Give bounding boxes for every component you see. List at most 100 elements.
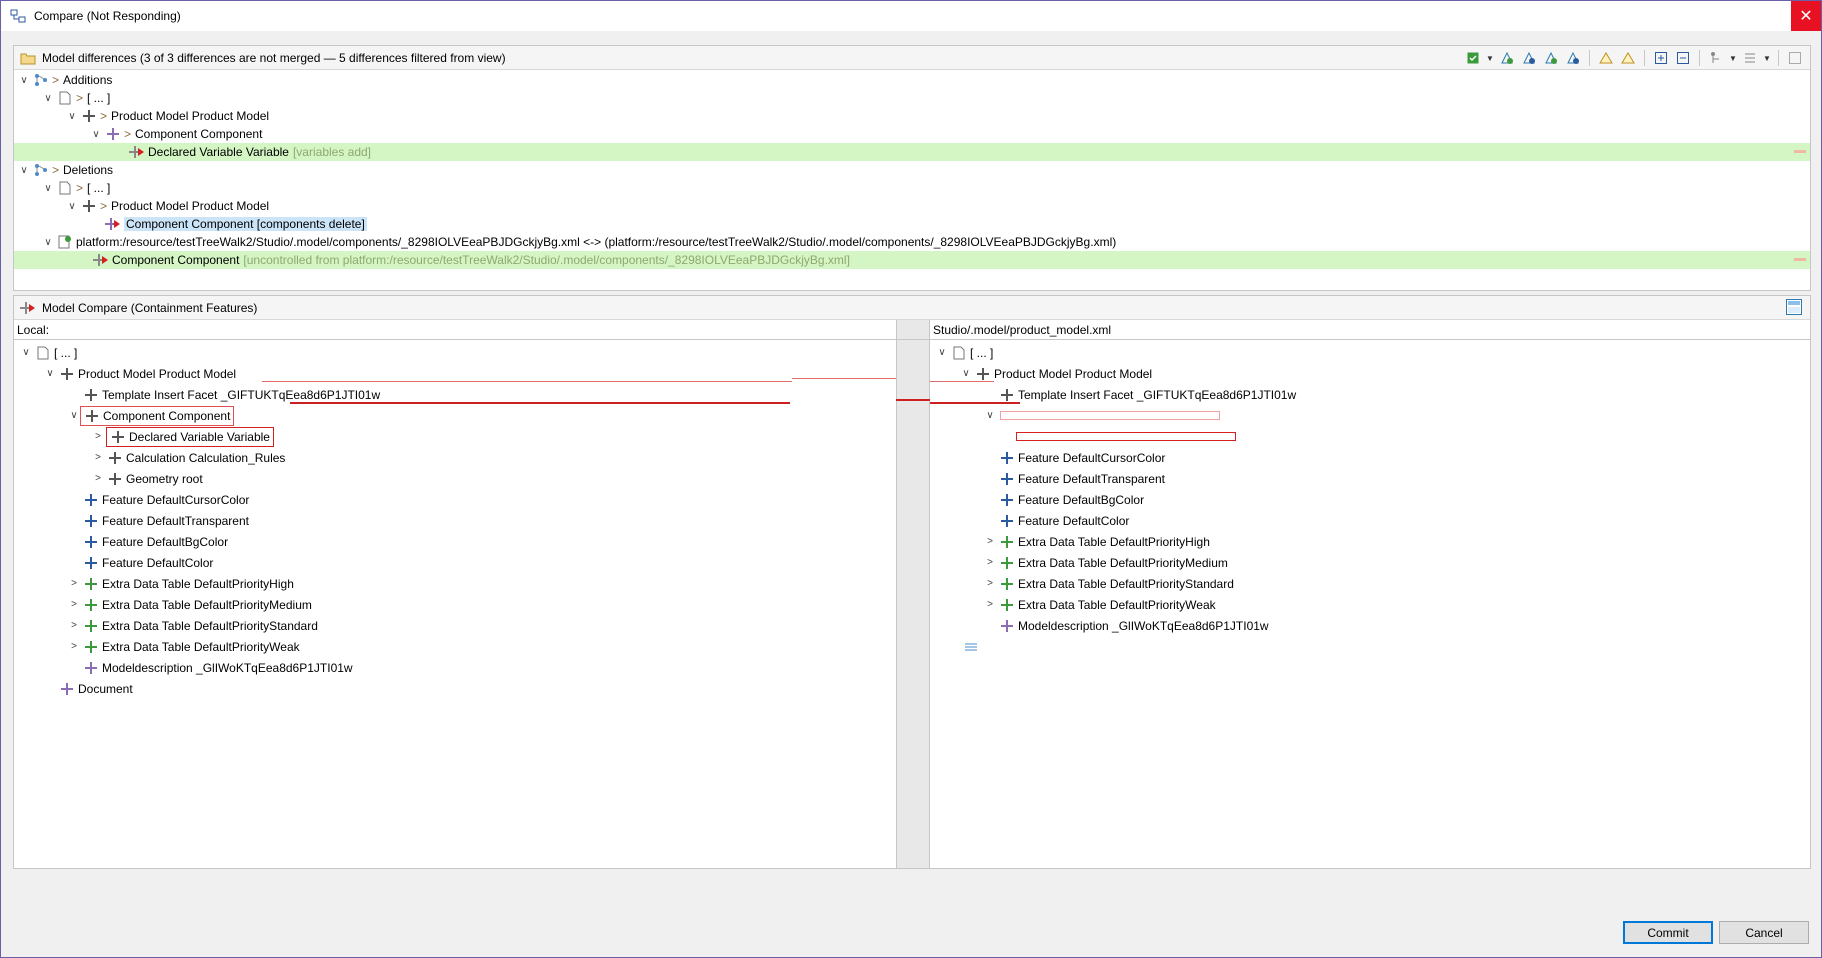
tree-row[interactable]: ∨ > Product Model Product Model <box>14 107 1810 125</box>
feature-icon <box>83 555 99 571</box>
tree-row[interactable]: Feature DefaultCursorColor <box>930 447 1810 468</box>
chevron-down-icon[interactable]: ∨ <box>42 89 54 107</box>
tree-row[interactable]: ∨ > Product Model Product Model <box>14 197 1810 215</box>
chevron-down-icon[interactable]: ∨ <box>984 407 996 425</box>
chevron-down-icon[interactable]: ∨ <box>936 344 948 362</box>
chevron-down-icon[interactable]: ∨ <box>18 161 30 179</box>
feature-icon <box>999 513 1015 529</box>
tree-row[interactable]: > Extra Data Table DefaultPriorityWeak <box>14 636 896 657</box>
tree-row[interactable]: > Geometry root <box>14 468 896 489</box>
tree-row[interactable]: ∨ platform:/resource/testTreeWalk2/Studi… <box>14 233 1810 251</box>
tree-row[interactable]: > Calculation Calculation_Rules <box>14 447 896 468</box>
chevron-down-icon[interactable]: ∨ <box>44 365 56 383</box>
tree-row-label: Extra Data Table DefaultPriorityHigh <box>102 576 294 591</box>
save-icon[interactable] <box>1786 49 1804 67</box>
feature-icon <box>83 534 99 550</box>
previous-difference-icon[interactable] <box>1619 49 1637 67</box>
chevron-down-icon[interactable]: ∨ <box>90 125 102 143</box>
chevron-down-icon[interactable]: ∨ <box>42 233 54 251</box>
tree-row[interactable]: Feature DefaultTransparent <box>14 510 896 531</box>
accept-all-icon[interactable] <box>1542 49 1560 67</box>
filter-checkbox-icon[interactable] <box>1464 49 1482 67</box>
chevron-right-icon[interactable]: > <box>68 596 80 614</box>
tree-row[interactable]: > Extra Data Table DefaultPriorityWeak <box>930 594 1810 615</box>
tree-row[interactable]: Feature DefaultTransparent <box>930 468 1810 489</box>
chevron-right-icon[interactable]: > <box>92 449 104 467</box>
chevron-down-icon[interactable]: ∨ <box>960 365 972 383</box>
tree-row-label: Feature DefaultCursorColor <box>102 492 250 507</box>
tree-row[interactable]: ∨ Product Model Product Model <box>930 363 1810 384</box>
tree-row[interactable]: > Extra Data Table DefaultPriorityHigh <box>930 531 1810 552</box>
chevron-down-icon[interactable]: ∨ <box>66 197 78 215</box>
tree-row[interactable]: Declared Variable Variable [variables ad… <box>14 143 1810 161</box>
tree-row[interactable]: > Extra Data Table DefaultPriorityMedium <box>14 594 896 615</box>
filter-menu-dropdown-icon[interactable]: ▼ <box>1763 54 1771 63</box>
filter-menu-icon[interactable] <box>1741 49 1759 67</box>
chevron-right-icon[interactable]: > <box>68 575 80 593</box>
tree-row[interactable]: > Extra Data Table DefaultPriorityHigh <box>14 573 896 594</box>
reject-change-icon[interactable] <box>1520 49 1538 67</box>
data-table-icon <box>999 576 1015 592</box>
group-by-icon[interactable] <box>1707 49 1725 67</box>
tree-row[interactable]: ∨ > Additions <box>14 71 1810 89</box>
tree-row-prefix: > <box>52 163 60 177</box>
tree-row[interactable]: Feature DefaultCursorColor <box>14 489 896 510</box>
tree-row[interactable]: Feature DefaultBgColor <box>930 489 1810 510</box>
chevron-right-icon[interactable]: > <box>984 575 996 593</box>
chevron-down-icon[interactable]: ∨ <box>42 179 54 197</box>
tree-row-label: Feature DefaultColor <box>102 555 214 570</box>
tree-row[interactable]: Document <box>14 678 896 699</box>
tree-row[interactable]: Feature DefaultBgColor <box>14 531 896 552</box>
tree-row[interactable]: Component Component [components delete] <box>14 215 1810 233</box>
chevron-down-icon[interactable]: ∨ <box>68 407 80 425</box>
tree-row[interactable]: Component Component [uncontrolled from p… <box>14 251 1810 269</box>
tree-row[interactable]: > Declared Variable Variable <box>14 426 896 447</box>
chevron-down-icon[interactable]: ∨ <box>66 107 78 125</box>
chevron-right-icon[interactable]: > <box>984 533 996 551</box>
filter-dropdown-icon[interactable]: ▼ <box>1486 54 1494 63</box>
group-dropdown-icon[interactable]: ▼ <box>1729 54 1737 63</box>
close-button[interactable]: ✕ <box>1791 1 1821 31</box>
accept-change-icon[interactable] <box>1498 49 1516 67</box>
chevron-right-icon[interactable]: > <box>984 596 996 614</box>
tree-row[interactable]: ∨ [ ... ] <box>14 342 896 363</box>
layout-toggle-icon[interactable] <box>1786 299 1804 317</box>
chevron-right-icon[interactable]: > <box>92 428 104 446</box>
tree-row-label: Extra Data Table DefaultPriorityHigh <box>1018 534 1210 549</box>
variable-element-icon <box>110 429 126 445</box>
tree-row[interactable]: ∨ > [ ... ] <box>14 89 1810 107</box>
cancel-button[interactable]: Cancel <box>1719 921 1809 944</box>
tree-row[interactable]: Feature DefaultColor <box>14 552 896 573</box>
expand-all-icon[interactable] <box>1652 49 1670 67</box>
tree-row[interactable]: ∨ > Deletions <box>14 161 1810 179</box>
tree-row[interactable]: Feature DefaultColor <box>930 510 1810 531</box>
diff-gutter <box>896 320 930 868</box>
tree-row[interactable]: ∨ <box>930 405 1810 426</box>
next-difference-icon[interactable] <box>1597 49 1615 67</box>
tree-row-label: [ ... ] <box>87 91 111 105</box>
tree-row[interactable]: ∨ Component Component <box>14 405 896 426</box>
tree-row[interactable]: > Extra Data Table DefaultPriorityStanda… <box>930 573 1810 594</box>
tree-row[interactable]: ∨ [ ... ] <box>930 342 1810 363</box>
tree-row[interactable]: > Extra Data Table DefaultPriorityStanda… <box>14 615 896 636</box>
commit-button[interactable]: Commit <box>1623 921 1713 944</box>
collapse-all-icon[interactable] <box>1674 49 1692 67</box>
document-icon <box>35 345 51 361</box>
chevron-right-icon[interactable]: > <box>68 617 80 635</box>
tree-row[interactable]: ∨ > [ ... ] <box>14 179 1810 197</box>
reject-all-icon[interactable] <box>1564 49 1582 67</box>
tree-row[interactable]: Modeldescription _GlIWoKTqEea8d6P1JTI01w <box>14 657 896 678</box>
tree-row[interactable]: Modeldescription _GlIWoKTqEea8d6P1JTI01w <box>930 615 1810 636</box>
tree-row-label: Modeldescription _GlIWoKTqEea8d6P1JTI01w <box>102 660 353 675</box>
tree-row[interactable]: Template Insert Facet _GIFTUKTqEea8d6P1J… <box>930 384 1810 405</box>
chevron-right-icon[interactable]: > <box>68 638 80 656</box>
chevron-down-icon[interactable]: ∨ <box>20 344 32 362</box>
differences-tree: ∨ > Additions ∨ > [ ... ] ∨ > Product Mo… <box>14 70 1810 269</box>
chevron-right-icon[interactable]: > <box>92 470 104 488</box>
tree-row[interactable]: ∨ > Component Component <box>14 125 1810 143</box>
tree-row[interactable]: > Extra Data Table DefaultPriorityMedium <box>930 552 1810 573</box>
chevron-down-icon[interactable]: ∨ <box>18 71 30 89</box>
tree-row-label: [ ... ] <box>54 345 78 360</box>
tree-row-detail: [uncontrolled from platform:/resource/te… <box>243 253 850 267</box>
chevron-right-icon[interactable]: > <box>984 554 996 572</box>
